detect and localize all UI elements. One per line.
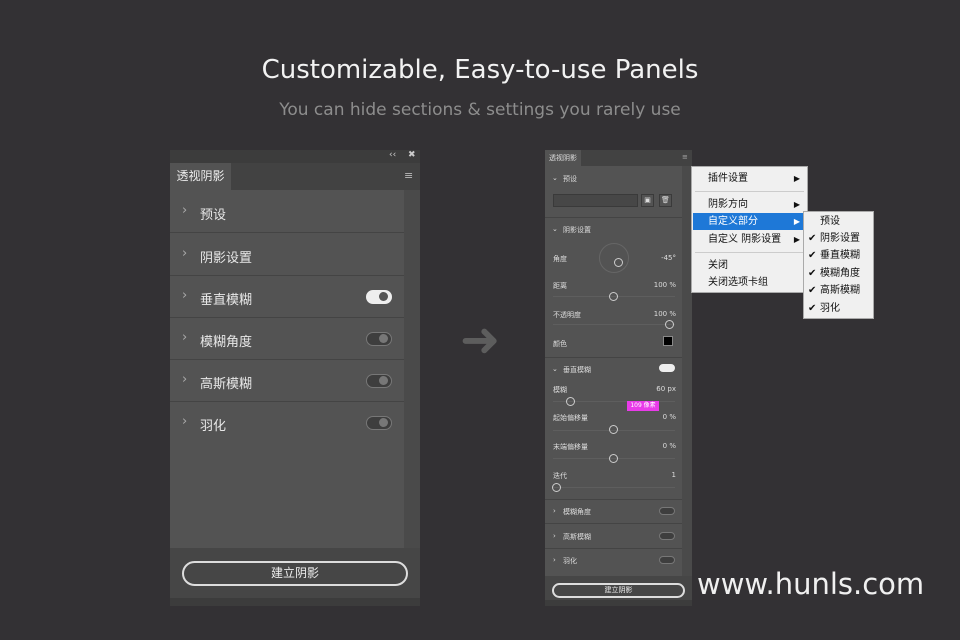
gaussian-toggle[interactable]	[659, 532, 675, 540]
section-shadow[interactable]: › 阴影设置	[170, 234, 404, 276]
hamburger-icon[interactable]: ≡	[404, 169, 413, 182]
submenu-item-preset[interactable]: 预设	[804, 213, 873, 230]
chevron-right-icon: ›	[553, 532, 556, 540]
preset-input[interactable]	[553, 194, 638, 207]
section-gaussian[interactable]: › 高斯模糊	[170, 360, 404, 402]
delete-preset-button[interactable]: 🗑	[659, 194, 672, 207]
chevron-down-icon[interactable]: ⌄	[552, 225, 558, 233]
custom-sections-submenu: 预设 ✔ 阴影设置 ✔ 垂直模糊 ✔ 模糊角度 ✔ 高斯模糊 ✔ 羽化	[803, 211, 874, 319]
menu-separator	[695, 191, 804, 192]
opacity-slider[interactable]	[553, 324, 675, 325]
panel-flyout-menu: 插件设置 ▶ 阴影方向 ▶ 自定义部分 ▶ 自定义 阴影设置 ▶ 关闭 关闭选项卡组	[691, 166, 808, 293]
page-title: Customizable, Easy-to-use Panels	[261, 55, 699, 85]
section-feather[interactable]: › 羽化	[170, 402, 404, 444]
chevron-right-icon: ›	[182, 246, 188, 261]
panel-simple: ‹‹ ✖ 透视阴影 ≡ › 预设 › 阴影设置 › 垂直模糊 › 模糊角度 › 高斯模糊 …	[170, 150, 420, 606]
submenu-item-vblur[interactable]: ✔ 垂直模糊	[804, 247, 873, 264]
panel-footer: 建立阴影	[545, 576, 692, 600]
section-blur-angle[interactable]: › 模糊角度	[170, 318, 404, 360]
section-feather[interactable]: › 羽化	[545, 549, 682, 574]
tab-perspective-shadow[interactable]: 透视阴影	[545, 150, 581, 166]
check-icon: ✔	[808, 250, 817, 261]
color-swatch[interactable]	[663, 336, 673, 346]
panel-titlebar: ‹‹ ✖	[170, 150, 420, 163]
distance-knob[interactable]	[609, 292, 618, 301]
chevron-right-icon: ›	[553, 556, 556, 564]
chevron-right-icon: ›	[182, 288, 188, 303]
panel-detailed: 透视阴影 ≡ ⌄ 预设 ▣ 🗑 ⌄ 阴影设置 角度 -45° 距离 100 % …	[545, 150, 692, 606]
section-preset[interactable]: › 预设	[170, 191, 404, 233]
feather-toggle[interactable]	[366, 416, 392, 430]
chevron-right-icon: ›	[182, 330, 188, 345]
chevron-down-icon[interactable]: ⌄	[552, 365, 558, 373]
chevron-right-icon: ›	[553, 507, 556, 515]
blur-knob[interactable]	[566, 397, 575, 406]
menu-item-plugin-settings[interactable]: 插件设置 ▶	[693, 170, 806, 187]
resize-handle[interactable]	[170, 598, 420, 606]
collapse-icon[interactable]: ‹‹	[389, 150, 396, 160]
hamburger-icon[interactable]: ≡	[682, 153, 688, 161]
close-icon[interactable]: ✖	[408, 150, 416, 160]
submenu-arrow-icon: ▶	[793, 235, 800, 244]
arrow-right-icon: ➜	[460, 312, 501, 368]
section-vblur[interactable]: › 垂直模糊	[170, 276, 404, 318]
create-shadow-button[interactable]: 建立阴影	[552, 583, 685, 598]
vblur-toggle[interactable]	[366, 290, 392, 304]
submenu-arrow-icon: ▶	[793, 174, 800, 183]
blur-angle-toggle[interactable]	[366, 332, 392, 346]
submenu-arrow-icon: ▶	[793, 217, 800, 226]
submenu-item-feather[interactable]: ✔ 羽化	[804, 300, 873, 317]
vblur-toggle[interactable]	[659, 364, 675, 372]
scrollbar[interactable]	[404, 190, 420, 548]
start-offset-knob[interactable]	[609, 425, 618, 434]
section-gaussian[interactable]: › 高斯模糊	[545, 524, 682, 549]
feather-toggle[interactable]	[659, 556, 675, 564]
chevron-right-icon: ›	[182, 414, 188, 429]
panel-footer: 建立阴影	[170, 548, 420, 598]
section-shadow: ⌄ 阴影设置 角度 -45° 距离 100 % 不透明度 100 % 颜色	[545, 218, 682, 358]
gaussian-toggle[interactable]	[366, 374, 392, 388]
menu-item-custom-sections[interactable]: 自定义部分 ▶	[693, 213, 806, 230]
menu-item-custom-shadow-settings[interactable]: 自定义 阴影设置 ▶	[693, 231, 806, 248]
chevron-down-icon[interactable]: ⌄	[552, 174, 558, 182]
resize-handle[interactable]	[545, 600, 692, 606]
menu-item-shadow-direction[interactable]: 阴影方向 ▶	[693, 196, 806, 213]
submenu-item-gaussian[interactable]: ✔ 高斯模糊	[804, 282, 873, 299]
angle-dial[interactable]	[599, 243, 629, 273]
check-icon: ✔	[808, 303, 817, 314]
submenu-item-shadow-settings[interactable]: ✔ 阴影设置	[804, 230, 873, 247]
angle-knob[interactable]	[614, 258, 623, 267]
save-preset-button[interactable]: ▣	[641, 194, 654, 207]
tab-perspective-shadow[interactable]: 透视阴影	[170, 163, 231, 190]
end-offset-knob[interactable]	[609, 454, 618, 463]
submenu-arrow-icon: ▶	[793, 200, 800, 209]
opacity-knob[interactable]	[665, 320, 674, 329]
tab-bar: 透视阴影 ≡	[170, 163, 420, 190]
menu-item-close-tab-group[interactable]: 关闭选项卡组	[693, 274, 806, 291]
section-preset: ⌄ 预设 ▣ 🗑	[545, 166, 682, 218]
menu-item-close[interactable]: 关闭	[693, 257, 806, 274]
chevron-right-icon: ›	[182, 372, 188, 387]
value-tooltip: 109 像素	[627, 401, 659, 411]
check-icon: ✔	[808, 268, 817, 279]
blur-angle-toggle[interactable]	[659, 507, 675, 515]
submenu-item-blur-angle[interactable]: ✔ 模糊角度	[804, 265, 873, 282]
watermark: www.hunls.com	[697, 567, 925, 601]
menu-separator	[695, 252, 804, 253]
create-shadow-button[interactable]: 建立阴影	[182, 561, 408, 586]
section-vblur: ⌄ 垂直模糊 模糊 60 px 109 像素 起始偏移量 0 % 末端偏移量 0…	[545, 358, 682, 500]
iteration-slider[interactable]	[553, 487, 675, 488]
iteration-knob[interactable]	[552, 483, 561, 492]
check-icon: ✔	[808, 233, 817, 244]
check-icon: ✔	[808, 285, 817, 296]
page-subtitle: You can hide sections & settings you rar…	[279, 100, 681, 120]
chevron-right-icon: ›	[182, 203, 188, 218]
tab-bar: 透视阴影 ≡	[545, 150, 692, 166]
section-blur-angle[interactable]: › 模糊角度	[545, 500, 682, 524]
